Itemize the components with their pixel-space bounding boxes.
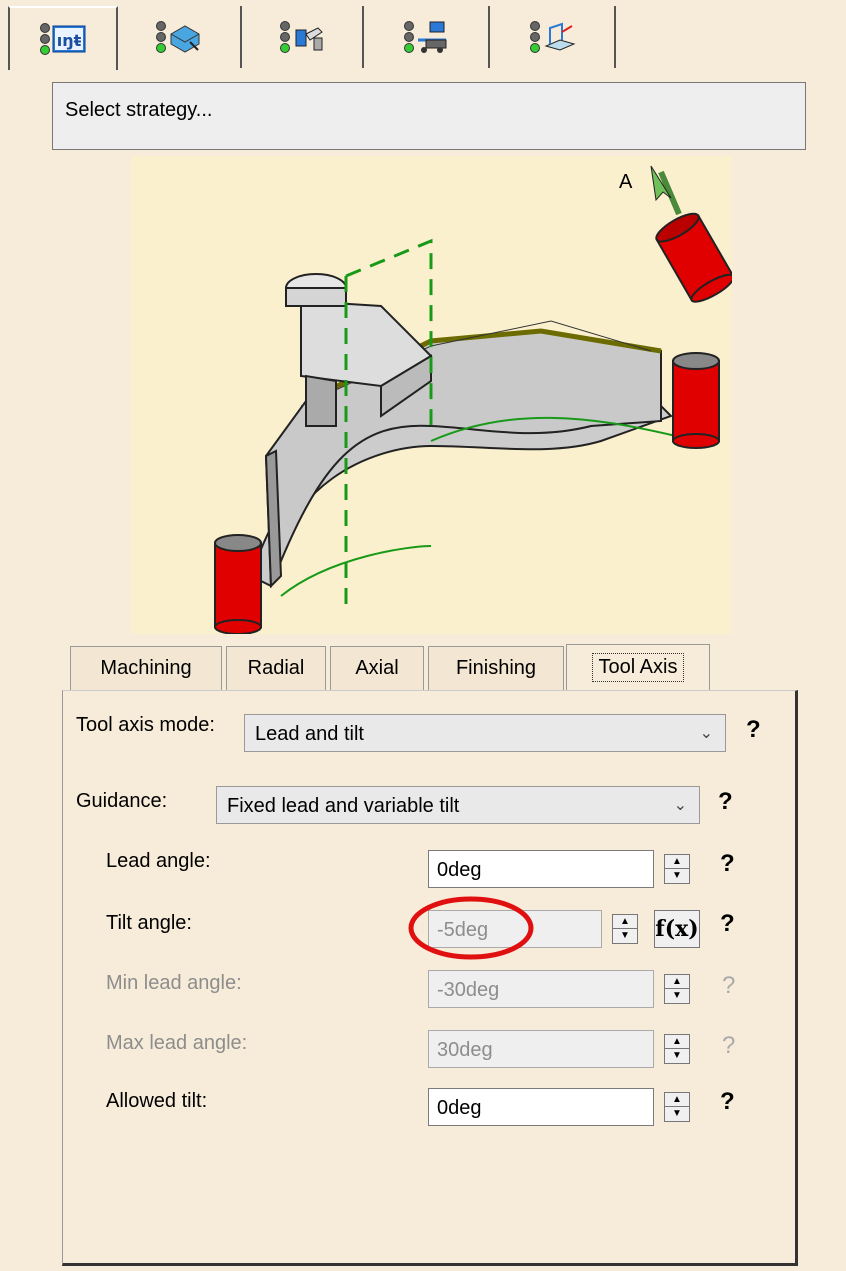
status-light-icon — [280, 20, 290, 54]
strategy-parameters-icon: ıŋŧ — [52, 25, 86, 53]
tab-tool-axis[interactable]: Tool Axis — [566, 644, 710, 690]
tool-cylinder-left — [214, 534, 262, 635]
geometry-icon — [170, 25, 200, 53]
guidance-label: Guidance: — [76, 790, 168, 812]
tool-axis-mode-select[interactable]: Lead and tilt ⌄ — [244, 714, 726, 752]
svg-text:ıŋŧ: ıŋŧ — [57, 31, 82, 50]
tab-machining[interactable]: Machining — [70, 646, 222, 690]
tab-radial[interactable]: Radial — [226, 646, 326, 690]
allowed-tilt-label: Allowed tilt: — [106, 1090, 208, 1112]
help-icon[interactable]: ? — [720, 910, 735, 938]
macros-tab[interactable] — [492, 6, 616, 68]
help-icon[interactable]: ? — [720, 1088, 735, 1116]
highlight-circle — [408, 896, 534, 960]
status-light-icon — [156, 20, 166, 54]
tilt-angle-label: Tilt angle: — [106, 912, 192, 934]
feeds-speeds-tab[interactable] — [366, 6, 490, 68]
tool-tab[interactable] — [244, 6, 364, 68]
chevron-down-icon: ⌄ — [699, 725, 713, 742]
formula-button[interactable]: f(x) — [654, 910, 700, 948]
strategy-tab[interactable]: ıŋŧ — [8, 6, 118, 70]
feeds-speeds-icon — [418, 21, 447, 53]
macros-icon — [544, 22, 576, 51]
lead-angle-input[interactable]: 0deg — [428, 850, 654, 888]
tab-finishing[interactable]: Finishing — [428, 646, 564, 690]
lead-angle-spinner[interactable]: ▲ ▼ — [664, 854, 690, 884]
tool-icon — [295, 27, 323, 51]
tool-axis-illustration: A — [131, 156, 735, 635]
max-lead-angle-label: Max lead angle: — [106, 1032, 248, 1054]
axis-label: A — [619, 171, 633, 193]
help-icon[interactable]: ? — [718, 788, 733, 816]
geometry-tab[interactable] — [118, 6, 242, 68]
operation-tab-strip: ıŋŧ — [0, 0, 846, 76]
min-lead-angle-spinner[interactable]: ▲ ▼ — [664, 974, 690, 1004]
help-icon[interactable]: ? — [722, 972, 735, 1000]
tab-axial[interactable]: Axial — [330, 646, 424, 690]
max-lead-angle-spinner[interactable]: ▲ ▼ — [664, 1034, 690, 1064]
tool-axis-mode-label: Tool axis mode: — [76, 714, 215, 736]
min-lead-angle-input[interactable]: -30deg — [428, 970, 654, 1008]
chevron-down-icon: ⌄ — [673, 797, 687, 814]
min-lead-angle-label: Min lead angle: — [106, 972, 242, 994]
allowed-tilt-input[interactable]: 0deg — [428, 1088, 654, 1126]
allowed-tilt-spinner[interactable]: ▲ ▼ — [664, 1092, 690, 1122]
status-light-icon — [404, 20, 414, 54]
guidance-select[interactable]: Fixed lead and variable tilt ⌄ — [216, 786, 700, 824]
max-lead-angle-input[interactable]: 30deg — [428, 1030, 654, 1068]
status-light-icon — [530, 20, 540, 54]
lead-angle-label: Lead angle: — [106, 850, 211, 872]
help-icon[interactable]: ? — [746, 716, 761, 744]
strategy-message-box: Select strategy... — [52, 82, 806, 150]
help-icon[interactable]: ? — [720, 850, 735, 878]
tilt-angle-spinner[interactable]: ▲ ▼ — [612, 914, 638, 944]
status-light-icon — [40, 22, 50, 56]
help-icon[interactable]: ? — [722, 1032, 735, 1060]
